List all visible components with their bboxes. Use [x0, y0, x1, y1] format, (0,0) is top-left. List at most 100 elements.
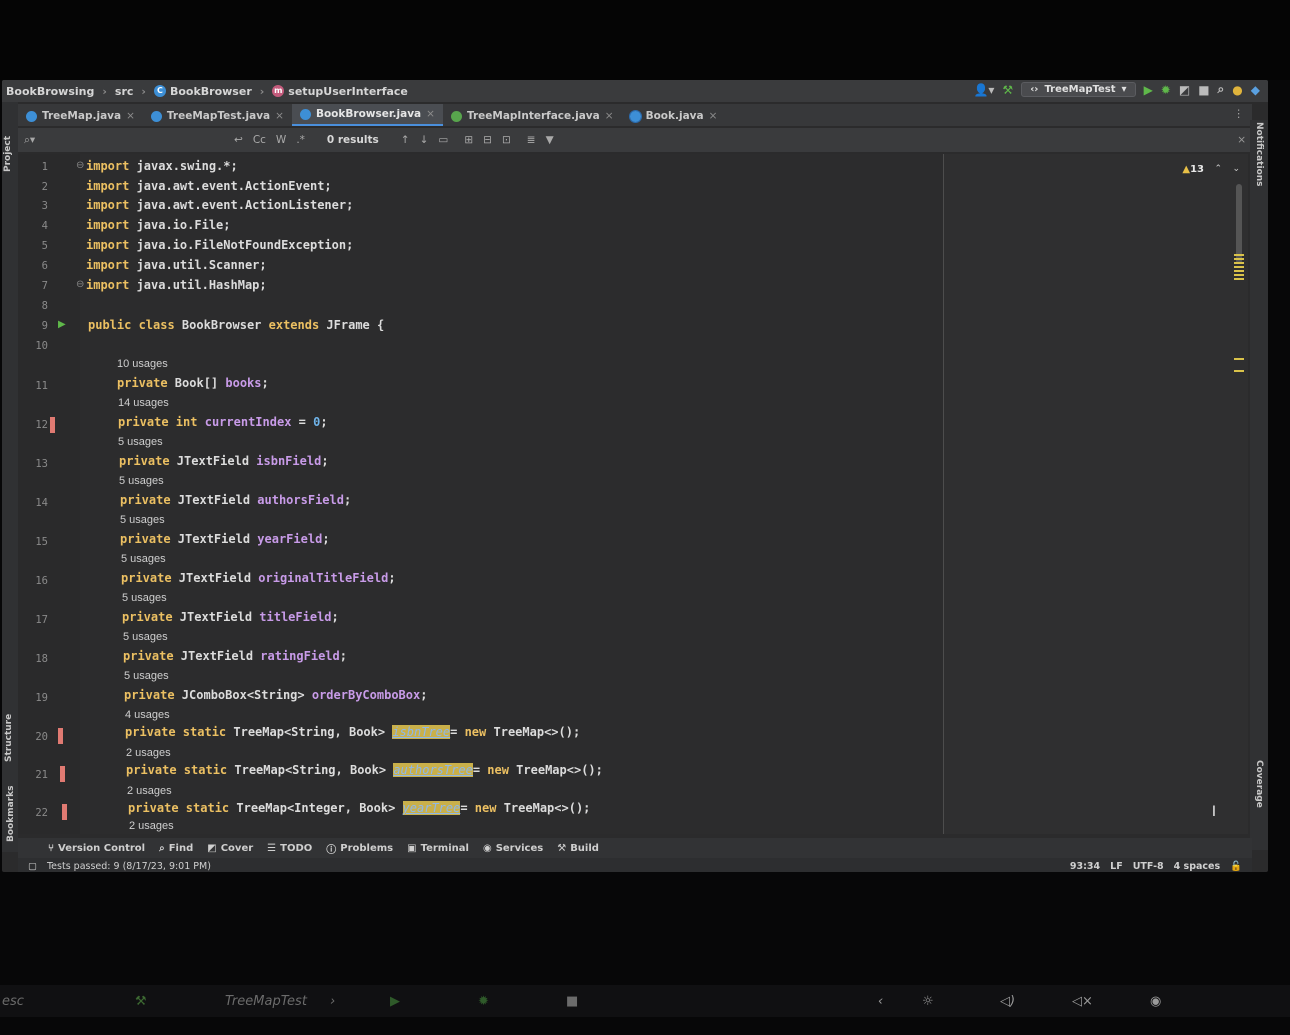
stop-icon[interactable]: ■ [1198, 83, 1209, 97]
search-input[interactable]: ⌕▾ [24, 134, 224, 147]
search-everywhere-icon[interactable]: ⌕ [1218, 82, 1225, 97]
tab-treemapinterface[interactable]: TreeMapInterface.java × [443, 106, 622, 126]
find-tab[interactable]: ⌕ Find [159, 843, 193, 854]
coverage-run-icon[interactable]: ◩ [1179, 83, 1190, 97]
tab-book[interactable]: Book.java × [622, 106, 726, 126]
next-occurrence-icon[interactable]: ↓ [420, 134, 429, 146]
tab-treemaptest[interactable]: TreeMapTest.java × [143, 106, 292, 126]
run-icon[interactable]: ▶ [390, 994, 400, 1009]
debug-icon[interactable]: ✹ [478, 994, 489, 1009]
close-icon[interactable]: × [426, 108, 435, 120]
remove-selection-icon[interactable]: ⊟ [483, 134, 492, 146]
code-editor[interactable]: ⊖ 1 import javax.swing.*; 2 import java.… [18, 154, 1248, 834]
bookmarks-tool-button[interactable]: Bookmarks [6, 786, 16, 842]
breadcrumb-folder[interactable]: src [115, 85, 134, 98]
debug-icon[interactable]: ✹ [1161, 83, 1171, 97]
error-stripe-mark[interactable] [1234, 262, 1244, 264]
usages-hint[interactable]: 2 usages [127, 785, 172, 797]
cover-tab[interactable]: ◩ Cover [207, 843, 253, 854]
run-icon[interactable]: ▶ [1144, 83, 1153, 97]
line-separator[interactable]: LF [1110, 861, 1123, 872]
touchbar-run-config[interactable]: TreeMapTest [225, 994, 307, 1009]
usages-hint[interactable]: 5 usages [123, 631, 168, 643]
indent-setting[interactable]: 4 spaces [1174, 861, 1221, 872]
error-stripe-mark[interactable] [1234, 274, 1244, 276]
status-message[interactable]: Tests passed: 9 (8/17/23, 9:01 PM) [47, 861, 211, 872]
chevron-down-icon[interactable]: ⌄ [1232, 164, 1240, 174]
structure-tool-button[interactable]: Structure [4, 714, 14, 762]
close-icon[interactable]: × [126, 110, 135, 122]
caret-position[interactable]: 93:34 [1070, 861, 1100, 872]
problems-tab[interactable]: ⓘ Problems [326, 841, 393, 856]
close-icon[interactable]: × [1237, 134, 1246, 146]
vcs-change-marker[interactable] [62, 804, 67, 820]
select-all-icon[interactable]: ▭ [438, 134, 448, 146]
build-hammer-icon[interactable]: ⚒ [1002, 83, 1013, 97]
breadcrumb-method[interactable]: setupUserInterface [288, 85, 408, 98]
services-tab[interactable]: ◉ Services [483, 843, 543, 854]
ide-logo-icon[interactable]: ◆ [1251, 83, 1260, 97]
select-occurrences-icon[interactable]: ⊡ [502, 134, 511, 146]
usages-hint[interactable]: 2 usages [126, 747, 171, 759]
siri-icon[interactable]: ◉ [1150, 994, 1161, 1009]
close-icon[interactable]: × [605, 110, 614, 122]
tab-bookbrowser[interactable]: BookBrowser.java × [291, 104, 443, 126]
regex-toggle[interactable]: .* [296, 134, 305, 146]
usages-hint[interactable]: 5 usages [119, 475, 164, 487]
user-icon[interactable]: 👤▾ [973, 83, 994, 97]
inspections-widget[interactable]: ▲13 [1182, 164, 1204, 175]
error-stripe-mark[interactable] [1234, 270, 1244, 272]
usages-hint[interactable]: 5 usages [122, 592, 167, 604]
breadcrumb-class[interactable]: BookBrowser [170, 85, 252, 98]
vertical-scrollbar[interactable] [1236, 184, 1242, 264]
run-configuration-select[interactable]: ‹› TreeMapTest ▾ [1021, 82, 1136, 97]
update-icon[interactable]: ● [1232, 83, 1242, 97]
todo-tab[interactable]: ☰ TODO [267, 843, 312, 854]
error-stripe-mark[interactable] [1234, 370, 1244, 372]
esc-key[interactable]: esc [2, 994, 24, 1009]
error-stripe-mark[interactable] [1234, 358, 1244, 360]
previous-occurrence-icon[interactable]: ↑ [401, 134, 410, 146]
usages-hint[interactable]: 4 usages [125, 709, 170, 721]
stop-icon[interactable]: ■ [566, 994, 578, 1009]
terminal-tab[interactable]: ▣ Terminal [407, 843, 469, 854]
words-toggle[interactable]: W [276, 134, 286, 146]
new-line-icon[interactable]: ↩ [234, 134, 243, 146]
error-stripe-mark[interactable] [1234, 254, 1244, 256]
match-case-toggle[interactable]: Cc [253, 134, 266, 146]
usages-hint[interactable]: 5 usages [124, 670, 169, 682]
mute-icon[interactable]: ◁× [1072, 994, 1093, 1009]
breadcrumb-project[interactable]: BookBrowsing [6, 85, 94, 98]
usages-hint[interactable]: 10 usages [117, 358, 168, 370]
add-selection-icon[interactable]: ⊞ [464, 134, 473, 146]
fold-icon[interactable]: ⊖ [76, 279, 84, 290]
usages-hint[interactable]: 5 usages [118, 436, 163, 448]
chevron-up-icon[interactable]: ⌃ [1214, 164, 1222, 174]
build-hammer-icon[interactable]: ⚒ [135, 994, 147, 1009]
error-stripe-mark[interactable] [1234, 278, 1244, 280]
close-icon[interactable]: × [275, 110, 284, 122]
error-stripe-mark[interactable] [1234, 266, 1244, 268]
run-gutter-icon[interactable]: ▶ [58, 319, 66, 330]
usages-hint[interactable]: 5 usages [121, 553, 166, 565]
volume-icon[interactable]: ◁) [1000, 994, 1015, 1009]
brightness-icon[interactable]: ☼ [922, 994, 934, 1009]
version-control-tab[interactable]: ⑂ Version Control [48, 843, 145, 854]
usages-hint[interactable]: 5 usages [120, 514, 165, 526]
tab-treemap[interactable]: TreeMap.java × [18, 106, 143, 126]
file-encoding[interactable]: UTF-8 [1133, 861, 1164, 872]
vcs-change-marker[interactable] [50, 417, 55, 433]
build-tab[interactable]: ⚒ Build [557, 843, 599, 854]
error-stripe-mark[interactable] [1234, 258, 1244, 260]
coverage-tool-button[interactable]: Coverage [1254, 760, 1264, 808]
vcs-change-marker[interactable] [58, 728, 63, 744]
project-tool-button[interactable]: Project [3, 136, 13, 172]
usages-hint[interactable]: 2 usages [129, 820, 174, 832]
tool-windows-toggle-icon[interactable]: ▢ [28, 861, 37, 872]
fold-icon[interactable]: ⊖ [76, 160, 84, 171]
lock-icon[interactable]: 🔓 [1230, 861, 1242, 872]
usages-hint[interactable]: 14 usages [118, 397, 169, 409]
notifications-tool-button[interactable]: Notifications [1254, 122, 1264, 187]
filter-results-icon[interactable]: ≣ [527, 134, 536, 146]
close-icon[interactable]: × [709, 110, 718, 122]
